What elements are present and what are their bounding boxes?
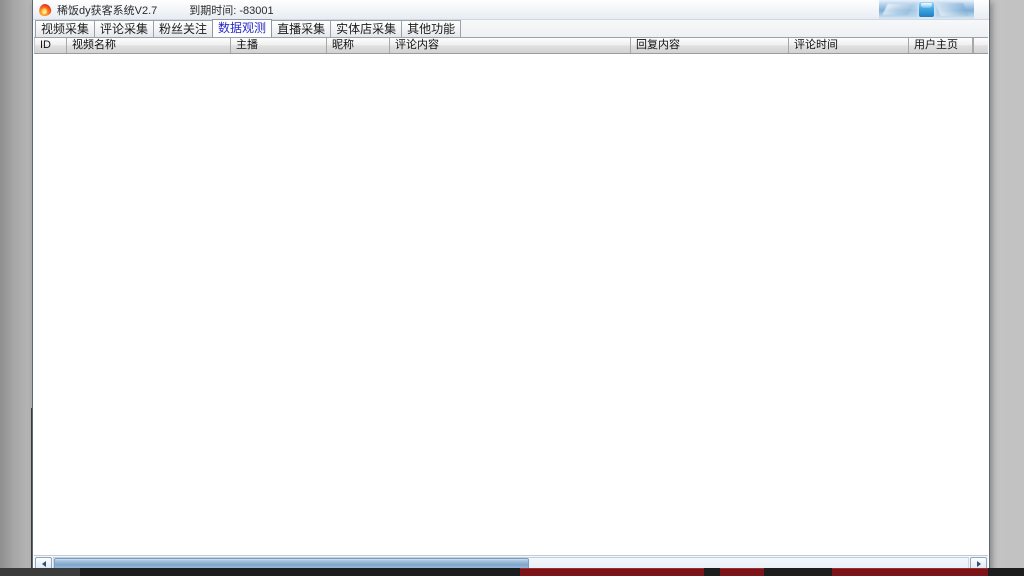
tab-0[interactable]: 视频采集 — [35, 20, 96, 37]
grid-column-label: 主播 — [236, 39, 258, 51]
tab-5[interactable]: 实体店采集 — [330, 20, 403, 37]
tab-label: 数据观测 — [218, 21, 267, 35]
data-grid-header: ID 视频名称 主播 昵称 评论内容 回复内容 评论时间 用户主页 — [34, 38, 988, 54]
grid-column-label: ID — [40, 39, 51, 51]
grid-column-label: 昵称 — [332, 39, 354, 51]
tab-4[interactable]: 直播采集 — [271, 20, 332, 37]
tab-label: 实体店采集 — [336, 22, 397, 36]
grid-column-label: 评论内容 — [395, 39, 439, 51]
taskbar-item-1[interactable] — [520, 568, 704, 576]
taskbar[interactable] — [0, 568, 1024, 576]
tab-label: 直播采集 — [277, 22, 326, 36]
tab-2[interactable]: 粉丝关注 — [153, 20, 214, 37]
taskbar-divider-2 — [764, 568, 832, 576]
expiry-time-label: 到期时间: -83001 — [189, 4, 274, 17]
desktop-left-gradient — [0, 0, 32, 576]
grid-column-label: 视频名称 — [72, 39, 116, 51]
tab-6[interactable]: 其他功能 — [401, 20, 462, 37]
taskbar-tray-region[interactable] — [988, 568, 1024, 576]
taskbar-item-3[interactable] — [832, 568, 988, 576]
application-window: 稀饭dy获客系统V2.7 到期时间: -83001 视频采集 评论采集 粉丝关注 数据… — [32, 0, 990, 574]
grid-column-header-0[interactable]: ID — [34, 38, 67, 53]
data-grid-body[interactable] — [34, 54, 988, 555]
taskbar-divider-1 — [704, 568, 720, 576]
grid-column-header-3[interactable]: 昵称 — [327, 38, 390, 53]
tab-label: 其他功能 — [407, 22, 456, 36]
grid-column-header-4[interactable]: 评论内容 — [390, 38, 631, 53]
tab-strip: 视频采集 评论采集 粉丝关注 数据观测 直播采集 实体店采集 其他功能 — [33, 19, 989, 38]
taskbar-item-2[interactable] — [720, 568, 764, 576]
grid-column-label: 回复内容 — [636, 39, 680, 51]
window-title: 稀饭dy获客系统V2.7 — [57, 4, 158, 17]
grid-column-header-6[interactable]: 评论时间 — [789, 38, 909, 53]
title-bar: 稀饭dy获客系统V2.7 到期时间: -83001 — [33, 0, 989, 20]
tab-label: 视频采集 — [41, 22, 90, 36]
grid-column-header-1[interactable]: 视频名称 — [67, 38, 231, 53]
grid-column-label: 用户主页 — [914, 39, 958, 51]
taskbar-empty-region — [80, 568, 520, 576]
taskbar-start-region[interactable] — [0, 568, 80, 576]
grid-column-header-7[interactable]: 用户主页 — [909, 38, 973, 53]
caption-glass-shard-right — [935, 3, 969, 16]
grid-header-filler — [973, 38, 988, 53]
tab-3[interactable]: 数据观测 — [212, 19, 273, 37]
desktop-background: 稀饭dy获客系统V2.7 到期时间: -83001 视频采集 评论采集 粉丝关注 数据… — [0, 0, 1024, 576]
caption-glass-shard-left — [882, 4, 914, 15]
tab-label: 粉丝关注 — [159, 22, 208, 36]
content-panel: ID 视频名称 主播 昵称 评论内容 回复内容 评论时间 用户主页 — [33, 38, 989, 573]
caption-button-highlight — [921, 3, 932, 8]
window-caption-buttons[interactable] — [879, 0, 974, 19]
grid-column-header-5[interactable]: 回复内容 — [631, 38, 789, 53]
tab-1[interactable]: 评论采集 — [94, 20, 155, 37]
grid-column-header-2[interactable]: 主播 — [231, 38, 327, 53]
tab-label: 评论采集 — [100, 22, 149, 36]
flame-icon — [37, 2, 53, 17]
grid-column-label: 评论时间 — [794, 39, 838, 51]
